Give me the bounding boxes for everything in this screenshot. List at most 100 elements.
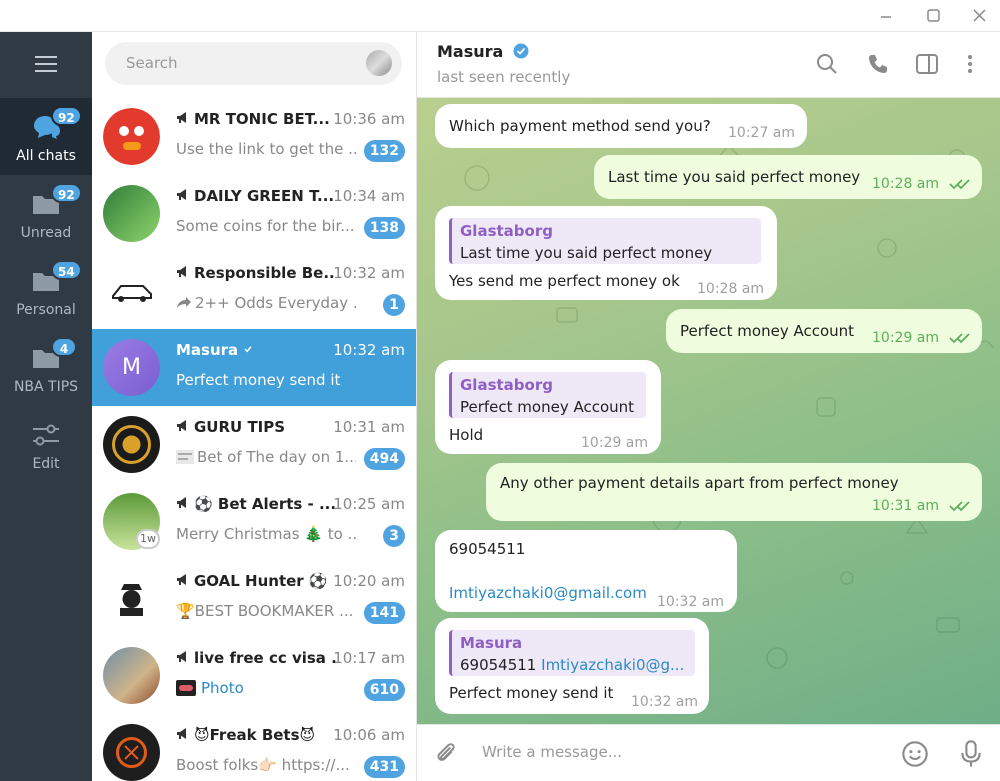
folder-nba-tips[interactable]: 4 NBA TIPS [0, 329, 92, 406]
folder-badge: 92 [51, 106, 82, 126]
unread-badge: 610 [363, 679, 405, 701]
reply-quote[interactable]: Glastaborg Perfect money Account [449, 372, 646, 418]
folder-label: Edit [32, 456, 60, 472]
chat-name-text: ⚽ Bet Alerts - ... [194, 495, 336, 513]
reply-text-line: Perfect money Account [460, 396, 638, 418]
emoji-icon[interactable] [901, 740, 929, 768]
reply-author: Masura [460, 634, 523, 652]
chat-name: MR TONIC BET... [176, 110, 336, 128]
message-bubble[interactable]: Glastaborg Last time you said perfect mon… [435, 206, 777, 300]
chat-name-text: MR TONIC BET... [194, 110, 330, 128]
channel-megaphone-icon [177, 266, 186, 277]
avatar: M [103, 339, 160, 396]
chat-name-text: GOAL Hunter ⚽ [194, 572, 328, 590]
chat-name-text: Masura [176, 341, 239, 359]
chat-list-item[interactable]: live free cc visa ... 10:17 am Photo 610 [92, 637, 416, 714]
search-input[interactable]: Search [105, 42, 402, 85]
close-window-button[interactable] [969, 6, 989, 26]
message-input[interactable]: Write a message... [482, 743, 622, 761]
chat-list-item[interactable]: Responsible Be... 10:32 am 2++ Odds Everyd… [92, 252, 416, 329]
unread-badge: 138 [363, 217, 405, 239]
chat-preview: 🏆BEST BOOKMAKER ... [176, 602, 356, 620]
message-area[interactable]: Which payment method send you? 10:27 am La… [417, 98, 1000, 724]
reply-text: Last time you said perfect money [460, 244, 713, 262]
message-text: Last time you said perfect money [608, 168, 861, 186]
folder-all-chats[interactable]: 92 All chats [0, 98, 92, 175]
message-text: Any other payment details apart from per… [500, 474, 899, 492]
reply-link: Imtiyazchaki0@g... [541, 656, 685, 674]
chat-header[interactable]: Masura last seen recently [417, 32, 1000, 98]
reply-quote[interactable]: Glastaborg Last time you said perfect mon… [449, 218, 761, 264]
chat-name: Masura [176, 341, 336, 359]
avatar [103, 724, 160, 781]
message-time: 10:27 am [728, 125, 796, 141]
message-bubble[interactable]: Masura 69054511 Imtiyazchaki0@g... Perfect… [435, 618, 709, 714]
attach-icon[interactable] [433, 741, 459, 767]
avatar [103, 570, 160, 627]
message-bubble[interactable]: Glastaborg Perfect money Account Hold 10:29… [435, 360, 661, 454]
reply-text-line: 69054511 Imtiyazchaki0@g... [460, 654, 687, 676]
chat-list-item[interactable]: GOAL Hunter ⚽ 10:20 am 🏆BEST BOOKMAKER ...… [92, 560, 416, 637]
chat-time: 10:32 am [333, 341, 405, 359]
chat-list-item[interactable]: 😈Freak Bets😈 10:06 am Boost folks👉🏻 https:… [92, 714, 416, 781]
channel-megaphone-icon [177, 651, 186, 662]
chat-preview-text: Use the link to get the ... [176, 140, 356, 158]
chat-time: 10:25 am [333, 495, 405, 513]
message-text: Yes send me perfect money ok [449, 272, 680, 290]
search-icon[interactable] [815, 52, 839, 76]
chat-preview-text: Perfect money send it [176, 371, 341, 389]
chat-list-item[interactable]: M Masura 10:32 am Perfect money send it [92, 329, 416, 406]
chat-name: ⚽ Bet Alerts - ... [176, 495, 336, 513]
folder-edit[interactable]: Edit [0, 406, 92, 483]
message-bubble[interactable]: 69054511 Imtiyazchaki0@gmail.com 10:32 am [435, 530, 737, 612]
unread-badge: 141 [363, 602, 405, 624]
chat-name-text: GURU TIPS [194, 418, 286, 436]
chat-list-item[interactable]: MR TONIC BET... 10:36 am Use the link to g… [92, 98, 416, 175]
avatar [103, 185, 160, 242]
folder-unread[interactable]: 92 Unread [0, 175, 92, 252]
channel-megaphone-icon [177, 574, 186, 585]
chat-time: 10:31 am [333, 418, 405, 436]
message-text: 69054511 [449, 540, 526, 558]
chat-preview-text: Boost folks👉🏻 https://... [176, 756, 350, 774]
chat-time: 10:36 am [333, 110, 405, 128]
chat-preview-text: Merry Christmas 🎄 to ... [176, 525, 356, 543]
chat-preview-text: Some coins for the bir... [176, 217, 355, 235]
menu-button[interactable] [32, 54, 60, 76]
maximize-button[interactable] [923, 6, 943, 26]
unread-badge: 1 [383, 294, 405, 316]
chat-name: GOAL Hunter ⚽ [176, 572, 336, 590]
folder-rail: 92 All chats 92 Unread 54 Personal 4 NBA… [0, 32, 92, 781]
forward-icon [177, 297, 191, 308]
chat-title-text: Masura [437, 42, 504, 61]
chat-name: DAILY GREEN T... [176, 187, 336, 205]
account-avatar[interactable] [366, 50, 392, 76]
minimize-button[interactable] [876, 6, 896, 26]
message-bubble[interactable]: Which payment method send you? 10:27 am [435, 104, 807, 148]
chat-list-item[interactable]: GURU TIPS 10:31 am Bet of The day on 1... 4… [92, 406, 416, 483]
folder-personal[interactable]: 54 Personal [0, 252, 92, 329]
email-link[interactable]: Imtiyazchaki0@gmail.com [449, 582, 647, 604]
chat-name: Responsible Be... [176, 264, 336, 282]
chat-list-item[interactable]: 1w ⚽ Bet Alerts - ... 10:25 am Merry Christ… [92, 483, 416, 560]
message-bubble[interactable]: Any other payment details apart from per… [486, 463, 982, 521]
chat-status: last seen recently [437, 68, 571, 86]
sidebar-toggle-icon[interactable] [915, 52, 939, 76]
chat-name-text: live free cc visa ... [194, 649, 336, 667]
chat-list-panel: Search MR TONIC BET... 10:36 am Use the li… [92, 32, 417, 781]
message-bubble[interactable]: Last time you said perfect money 10:28 am [594, 155, 982, 199]
avatar [103, 416, 160, 473]
reply-quote[interactable]: Masura 69054511 Imtiyazchaki0@g... [449, 630, 695, 676]
chat-list-item[interactable]: DAILY GREEN T... 10:34 am Some coins for t… [92, 175, 416, 252]
unread-badge: 494 [363, 448, 405, 470]
microphone-icon[interactable] [957, 739, 985, 769]
chat-preview: Bet of The day on 1... [176, 448, 356, 466]
chat-preview: Use the link to get the ... [176, 140, 356, 158]
reply-text: Perfect money Account [460, 398, 635, 416]
message-bubble[interactable]: Perfect money Account 10:29 am [666, 309, 982, 353]
message-text: Perfect money Account [680, 322, 855, 340]
more-options-icon[interactable] [958, 52, 982, 76]
phone-icon[interactable] [866, 52, 890, 76]
message-time: 10:32 am [631, 694, 699, 710]
verified-icon [513, 43, 529, 59]
